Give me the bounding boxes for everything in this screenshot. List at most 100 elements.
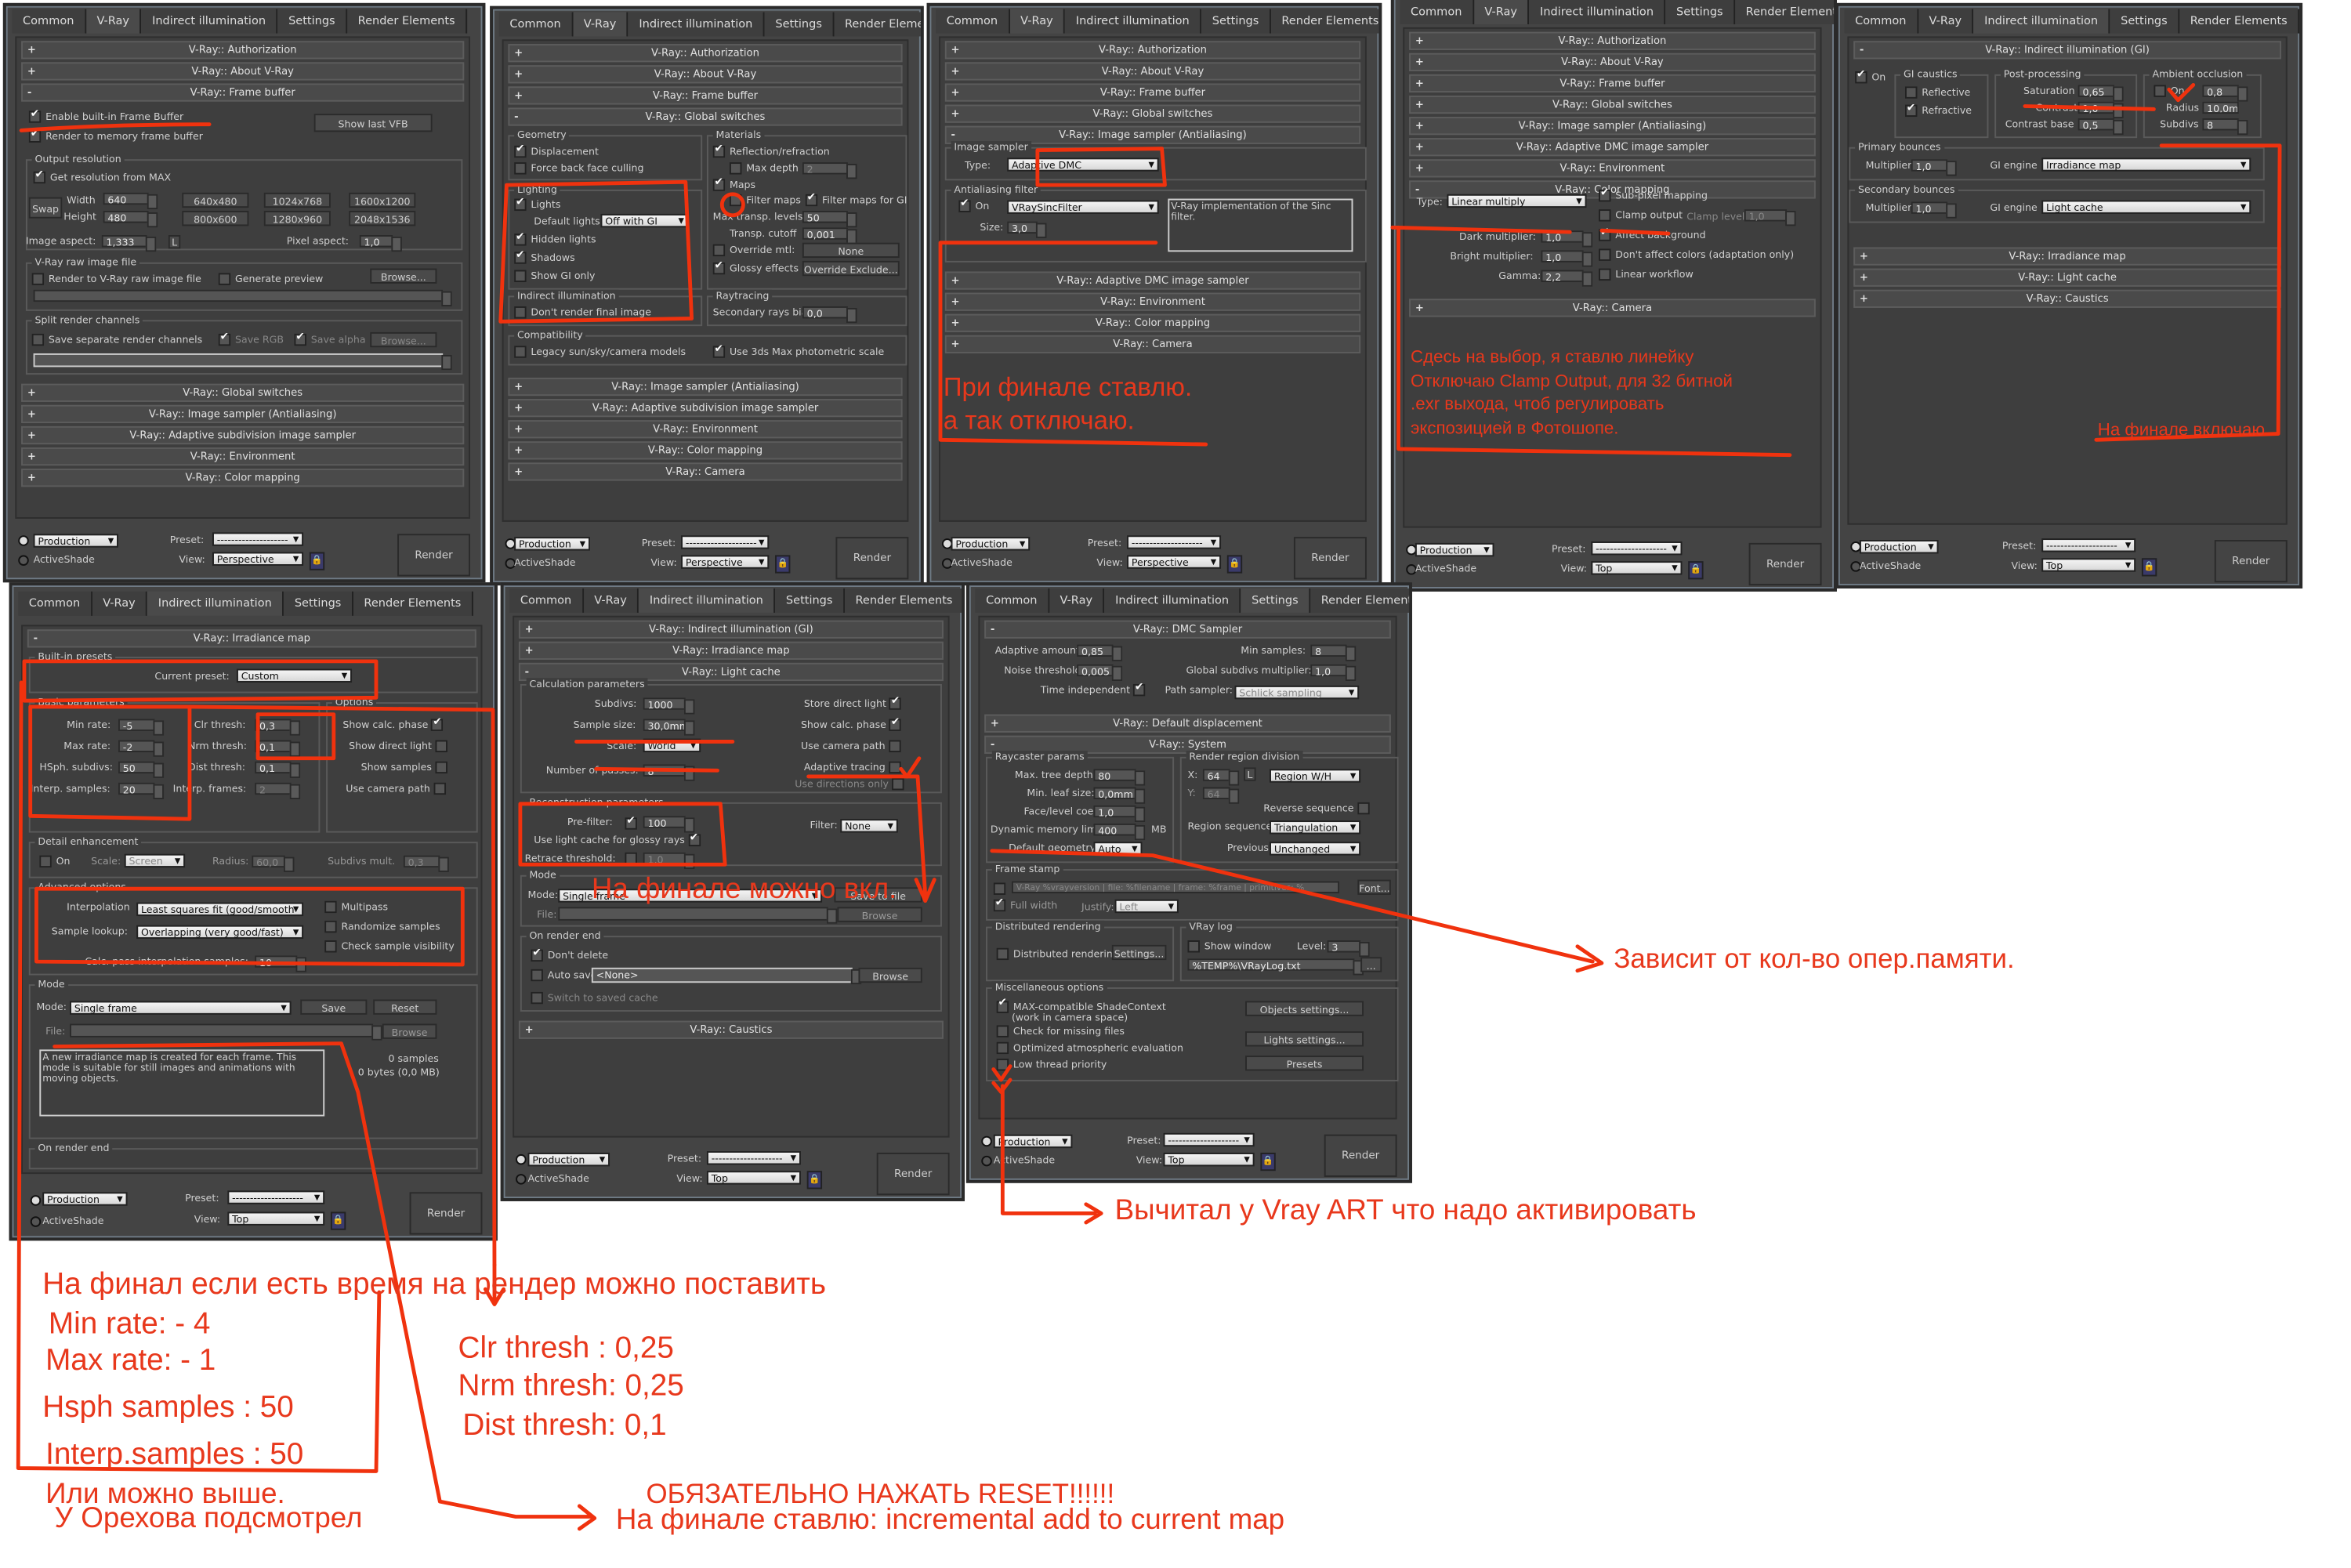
tab-settings[interactable]: Settings xyxy=(1241,588,1311,613)
rollout-irradiance-map[interactable]: - V-Ray:: Irradiance map xyxy=(27,629,476,648)
production-dropdown[interactable]: Production xyxy=(33,534,118,549)
affect-background-checkbox[interactable]: Affect background xyxy=(1599,226,1706,241)
reset-button[interactable]: Reset xyxy=(373,999,437,1015)
preset-dropdown[interactable]: -------------------- xyxy=(1591,541,1683,556)
clamp-output-checkbox[interactable]: Clamp output xyxy=(1599,209,1683,222)
preset-dropdown[interactable]: -------------------- xyxy=(227,1190,325,1206)
use-camera-path-checkbox[interactable]: Use camera path xyxy=(801,740,905,753)
store-direct-checkbox[interactable]: Store direct light xyxy=(804,694,906,710)
maps-checkbox[interactable]: Maps xyxy=(712,176,755,191)
legacy-models-checkbox[interactable]: Legacy sun/sky/camera models xyxy=(514,346,686,358)
show-calc-phase-checkbox[interactable]: Show calc. phase xyxy=(342,716,447,731)
saturation-input[interactable]: 0,65 xyxy=(2078,85,2124,102)
min-rate-input[interactable]: -5 xyxy=(118,719,165,736)
refractive-checkbox[interactable]: Refractive xyxy=(1904,102,1972,118)
full-width-checkbox[interactable]: Full width xyxy=(993,896,1057,912)
tab-common[interactable]: Common xyxy=(1400,0,1474,24)
pixel-aspect-input[interactable]: 1,0 xyxy=(359,235,402,252)
leaf-size-input[interactable]: 0,0mm xyxy=(1093,787,1146,804)
rollout-light-cache[interactable]: + V-Ray:: Light cache xyxy=(1853,268,2281,287)
view-dropdown[interactable]: Perspective xyxy=(681,555,770,570)
rollout-global-switches[interactable]: + V-Ray:: Global switches xyxy=(1409,95,1816,114)
aa-filter-on-checkbox[interactable]: On xyxy=(958,197,989,212)
render-raw-checkbox[interactable]: Render to V-Ray raw image file xyxy=(31,273,201,285)
tab-settings[interactable]: Settings xyxy=(764,12,835,37)
render-button[interactable]: Render xyxy=(835,537,909,580)
get-resolution-checkbox[interactable]: Get resolution from MAX xyxy=(33,168,172,184)
tab-render-elements[interactable]: Render Elements xyxy=(844,588,962,613)
max-depth-checkbox[interactable]: Max depth xyxy=(729,162,799,175)
rollout-frame-buffer[interactable]: + V-Ray:: Frame buffer xyxy=(1409,74,1816,93)
tab-indirect-illumination[interactable]: Indirect illumination xyxy=(147,591,284,616)
activeshade-radio[interactable] xyxy=(516,1174,527,1185)
enable-frame-buffer-checkbox[interactable]: Enable built-in Frame Buffer xyxy=(28,107,183,123)
adaptive-tracing-checkbox[interactable]: Adaptive tracing xyxy=(804,761,905,774)
rollout-color-mapping[interactable]: + V-Ray:: Color mapping xyxy=(944,313,1361,332)
preset-1280x960[interactable]: 1280x960 xyxy=(263,211,331,226)
gi-on-checkbox[interactable]: On xyxy=(1855,68,1886,84)
tab-indirect-illumination[interactable]: Indirect illumination xyxy=(1104,588,1241,613)
render-button[interactable]: Render xyxy=(1324,1134,1397,1177)
tab-vray[interactable]: V-Ray xyxy=(1473,0,1530,24)
height-input[interactable]: 480 xyxy=(103,211,158,228)
preset-640x480[interactable]: 640x480 xyxy=(182,192,249,208)
randomize-samples-checkbox[interactable]: Randomize samples xyxy=(324,920,440,933)
rollout-caustics[interactable]: + V-Ray:: Caustics xyxy=(518,1020,944,1039)
production-dropdown[interactable]: Production xyxy=(951,537,1031,552)
rollout-authorization[interactable]: + V-Ray:: Authorization xyxy=(508,44,903,63)
lock-icon[interactable]: 🔒 xyxy=(309,552,325,570)
rollout-camera[interactable]: + V-Ray:: Camera xyxy=(1409,299,1816,317)
lc-browse-button[interactable]: Browse xyxy=(837,907,922,922)
max-rate-input[interactable]: -2 xyxy=(118,740,165,757)
rollout-about[interactable]: + V-Ray:: About V-Ray xyxy=(944,62,1361,81)
filter-maps-gi-checkbox[interactable]: Filter maps for GI xyxy=(805,191,907,207)
save-alpha-checkbox[interactable]: Save alpha xyxy=(294,331,366,346)
default-geometry-dropdown[interactable]: Auto xyxy=(1093,842,1143,857)
ao-subdivs-input[interactable]: 8 xyxy=(2202,118,2248,136)
tab-vray[interactable]: V-Ray xyxy=(583,588,639,613)
lock-aspect-button[interactable]: L xyxy=(168,235,181,249)
show-calc-phase-checkbox[interactable]: Show calc. phase xyxy=(801,716,906,731)
tab-common[interactable]: Common xyxy=(936,9,1010,34)
production-radio[interactable] xyxy=(30,1195,42,1206)
noise-threshold-input[interactable]: 0,005 xyxy=(1077,664,1123,682)
view-dropdown[interactable]: Top xyxy=(1591,561,1683,576)
log-level-input[interactable]: 3 xyxy=(1327,940,1370,958)
preset-1600x1200[interactable]: 1600x1200 xyxy=(349,192,416,208)
production-dropdown[interactable]: Production xyxy=(514,537,590,552)
production-dropdown[interactable]: Production xyxy=(42,1192,128,1208)
justify-dropdown[interactable]: Left xyxy=(1114,899,1179,914)
render-button[interactable]: Render xyxy=(1748,542,1822,586)
tab-vray[interactable]: V-Ray xyxy=(1009,9,1066,34)
tab-indirect-illumination[interactable]: Indirect illumination xyxy=(141,9,278,34)
tab-vray[interactable]: V-Ray xyxy=(1918,9,1974,34)
rollout-caustics[interactable]: + V-Ray:: Caustics xyxy=(1853,289,2281,308)
view-dropdown[interactable]: Perspective xyxy=(212,552,304,567)
color-mapping-type-dropdown[interactable]: Linear multiply xyxy=(1447,194,1587,209)
lock-icon[interactable]: 🔒 xyxy=(806,1171,823,1190)
region-wh-dropdown[interactable]: Region W/H xyxy=(1270,769,1361,784)
tab-indirect-illumination[interactable]: Indirect illumination xyxy=(1065,9,1202,34)
rollout-irradiance-map[interactable]: + V-Ray:: Irradiance map xyxy=(1853,247,2281,266)
dark-multiplier-input[interactable]: 1,0 xyxy=(1541,230,1593,248)
tab-indirect-illumination[interactable]: Indirect illumination xyxy=(1529,0,1666,24)
raw-path-input[interactable] xyxy=(33,289,452,306)
raw-browse-button[interactable]: Browse... xyxy=(370,268,437,284)
time-independent-checkbox[interactable]: Time independent xyxy=(1041,681,1150,697)
ao-radius-input[interactable]: 10,0mm xyxy=(2202,101,2239,114)
preset-2048x1536[interactable]: 2048x1536 xyxy=(349,211,416,226)
previous-dropdown[interactable]: Unchanged xyxy=(1270,842,1361,857)
preset-dropdown[interactable]: -------------------- xyxy=(681,535,770,551)
rollout-default-displacement[interactable]: + V-Ray:: Default displacement xyxy=(984,714,1391,733)
rollout-irradiance-map[interactable]: + V-Ray:: Irradiance map xyxy=(518,641,944,660)
tab-settings[interactable]: Settings xyxy=(1665,0,1736,24)
swap-button[interactable]: Swap xyxy=(28,197,63,219)
ao-on-checkbox[interactable]: On xyxy=(2154,85,2185,97)
nrm-thresh-input[interactable]: 0,1 xyxy=(255,740,301,757)
tab-indirect-illumination[interactable]: Indirect illumination xyxy=(639,588,776,613)
rollout-adaptive-dmc[interactable]: + V-Ray:: Adaptive DMC image sampler xyxy=(1409,138,1816,157)
rollout-about[interactable]: + V-Ray:: About V-Ray xyxy=(21,62,465,81)
save-separate-checkbox[interactable]: Save separate render channels xyxy=(31,333,202,346)
use-camera-path-checkbox[interactable]: Use camera path xyxy=(346,782,450,795)
distributed-rendering-checkbox[interactable]: Distributed rendering xyxy=(996,947,1119,961)
